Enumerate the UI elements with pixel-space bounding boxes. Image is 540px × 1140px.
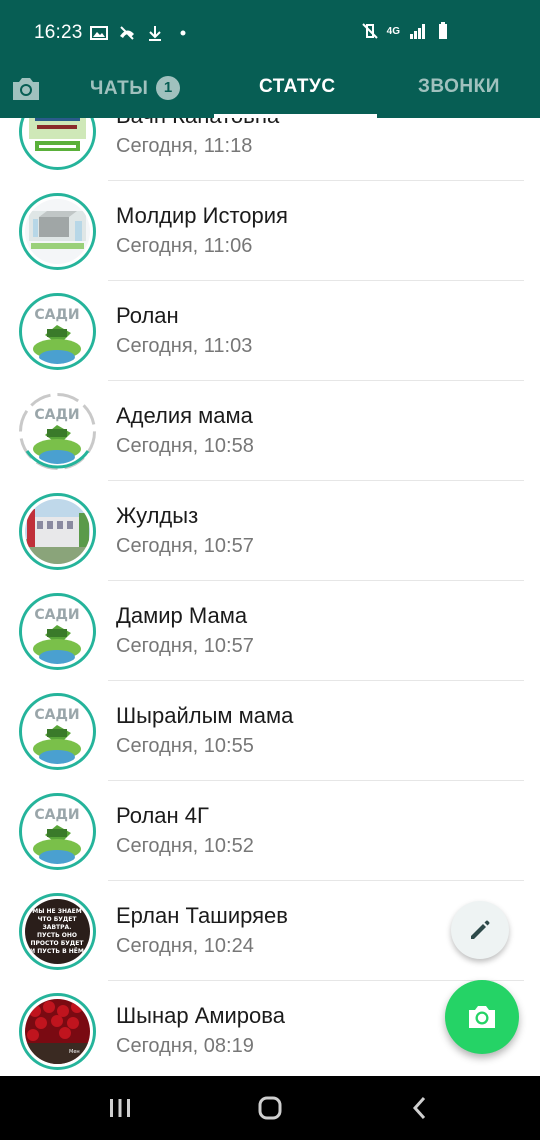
svg-text:ПУСТЬ ОНО: ПУСТЬ ОНО	[37, 932, 77, 939]
system-icons: 4G	[361, 22, 452, 40]
dot-icon	[180, 30, 186, 36]
contact-avatar: САДИ	[25, 299, 90, 364]
status-row[interactable]: САДИ Ролан Сегодня, 11:03	[0, 281, 540, 381]
status-time: Сегодня, 10:58	[116, 435, 254, 457]
back-icon[interactable]	[406, 1094, 434, 1122]
recent-apps-icon[interactable]	[106, 1094, 134, 1122]
svg-text:Мен: Мен	[69, 1049, 80, 1055]
svg-text:САДИ: САДИ	[34, 707, 79, 723]
contact-avatar	[25, 499, 90, 564]
text-status-button[interactable]	[451, 901, 509, 959]
camera-status-button[interactable]	[445, 980, 519, 1054]
gallery-icon	[90, 26, 108, 40]
contact-avatar: САДИ	[25, 399, 90, 464]
status-time: Сегодня, 11:18	[116, 135, 253, 157]
contact-name: Аделия мама	[116, 403, 253, 428]
status-row[interactable]: САДИ Шырайлым мама Сегодня, 10:55	[0, 681, 540, 781]
status-time: Сегодня, 10:55	[116, 735, 254, 757]
contact-name: Вачн Канатовна	[116, 118, 279, 129]
status-row[interactable]: Молдир История Сегодня, 11:06	[0, 181, 540, 281]
status-time: Сегодня, 11:06	[116, 235, 253, 257]
contact-name: Шынар Амирова	[116, 1003, 285, 1028]
tab-status[interactable]: СТАТУС	[259, 76, 336, 98]
system-navigation-bar	[0, 1076, 540, 1140]
status-row[interactable]: Вачн Канатовна Сегодня, 11:18	[0, 118, 540, 181]
contact-name: Ролан	[116, 303, 179, 328]
tab-status-label: СТАТУС	[259, 76, 336, 97]
clock: 16:23	[34, 22, 83, 43]
unread-badge: 1	[156, 76, 181, 100]
battery-icon	[439, 22, 447, 39]
status-time: Сегодня, 10:52	[116, 835, 254, 857]
pencil-icon	[471, 920, 490, 939]
status-time: Сегодня, 11:03	[116, 335, 253, 357]
svg-text:ЧТО БУДЕТ: ЧТО БУДЕТ	[38, 916, 78, 923]
camera-icon	[469, 1006, 495, 1028]
contact-avatar	[25, 199, 90, 264]
svg-text:И ПУСТЬ В НЁМ: И ПУСТЬ В НЁМ	[30, 948, 84, 955]
contact-name: Шырайлым мама	[116, 703, 294, 728]
contact-name: Ерлан Таширяев	[116, 903, 288, 928]
vibrate-mute-icon	[361, 23, 378, 39]
signal-icon	[410, 24, 425, 39]
svg-text:САДИ: САДИ	[34, 607, 79, 623]
camera-tab-icon[interactable]	[10, 74, 42, 104]
system-status-bar: 16:23 4G	[0, 0, 540, 62]
contact-name: Ролан 4Г	[116, 803, 209, 828]
network-type: 4G	[386, 25, 400, 37]
status-row[interactable]: САДИ Дамир Мама Сегодня, 10:57	[0, 581, 540, 681]
status-row[interactable]: САДИ Аделия мама Сегодня, 10:58	[0, 381, 540, 481]
svg-text:САДИ: САДИ	[34, 807, 79, 823]
tab-calls[interactable]: ЗВОНКИ	[418, 76, 500, 98]
svg-text:ЗАВТРА.: ЗАВТРА.	[43, 924, 72, 931]
svg-text:САДИ: САДИ	[34, 407, 79, 423]
tab-chats[interactable]: ЧАТЫ 1	[90, 76, 181, 100]
download-icon	[149, 26, 161, 41]
svg-text:САДИ: САДИ	[34, 307, 79, 323]
svg-text:МЫ НЕ ЗНАЕМ: МЫ НЕ ЗНАЕМ	[32, 908, 82, 915]
status-time: Сегодня, 10:57	[116, 535, 254, 557]
status-time: Сегодня, 10:57	[116, 635, 254, 657]
contact-avatar: Мен	[25, 999, 90, 1064]
status-row[interactable]: САДИ Ролан 4Г Сегодня, 10:52	[0, 781, 540, 881]
contact-avatar: САДИ	[25, 599, 90, 664]
contact-avatar: САДИ	[25, 699, 90, 764]
home-icon[interactable]	[256, 1094, 284, 1122]
contact-name: Жулдыз	[116, 503, 199, 528]
status-row[interactable]: Жулдыз Сегодня, 10:57	[0, 481, 540, 581]
mute-call-icon	[120, 26, 134, 40]
contact-avatar: САДИ	[25, 799, 90, 864]
contact-name: Дамир Мама	[116, 603, 248, 628]
status-time: Сегодня, 08:19	[116, 1035, 254, 1057]
tab-bar: ЧАТЫ 1 СТАТУС ЗВОНКИ	[0, 62, 540, 118]
tab-chats-label: ЧАТЫ	[90, 78, 149, 99]
tab-calls-label: ЗВОНКИ	[418, 76, 500, 97]
contact-avatar: МЫ НЕ ЗНАЕМ ЧТО БУДЕТ ЗАВТРА. ПУСТЬ ОНО ПРОС…	[25, 899, 90, 964]
contact-name: Молдир История	[116, 203, 288, 228]
status-time: Сегодня, 10:24	[116, 935, 254, 957]
svg-text:ПРОСТО БУДЕТ: ПРОСТО БУДЕТ	[31, 940, 85, 947]
notification-icons	[90, 24, 192, 42]
